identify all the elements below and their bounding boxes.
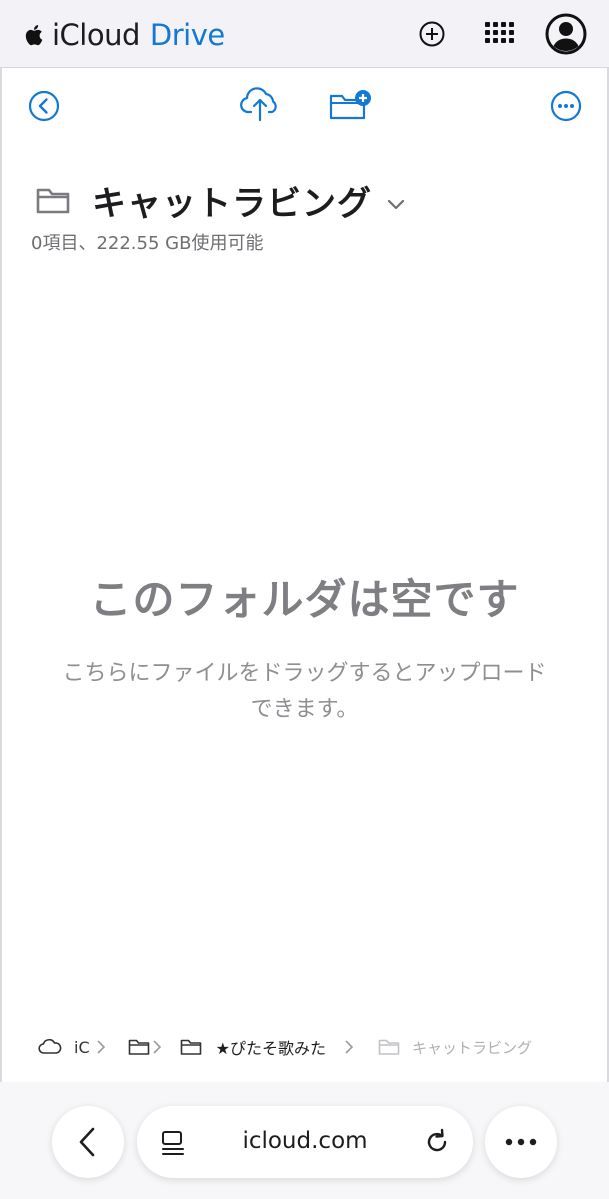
app-header: iCloud Drive bbox=[0, 0, 609, 68]
brand-icloud-text: iCloud bbox=[52, 18, 140, 52]
breadcrumb-label-pitaso: ★ぴたそ歌みた bbox=[215, 1039, 326, 1058]
breadcrumb-label-root: iC bbox=[74, 1037, 90, 1057]
browser-back-button[interactable] bbox=[52, 1106, 124, 1178]
new-folder-icon[interactable] bbox=[326, 84, 374, 128]
breadcrumb-item-current: キャットラビング bbox=[378, 1037, 532, 1058]
breadcrumb: iC ★ぴたそ歌みた キャットラビング bbox=[38, 1034, 532, 1060]
browser-toolbar: icloud.com bbox=[0, 1082, 609, 1199]
cloud-icon bbox=[38, 1038, 62, 1054]
apple-logo-icon bbox=[25, 25, 43, 46]
brand-logo[interactable]: iCloud Drive bbox=[24, 17, 225, 53]
back-chevron-icon bbox=[79, 1127, 95, 1157]
folder-header[interactable]: キャットラビング bbox=[36, 176, 406, 225]
empty-state-subtitle: こちらにファイルをドラッグするとアップロード できます。 bbox=[34, 656, 575, 728]
empty-state-subtitle-line2: できます。 bbox=[250, 697, 359, 722]
empty-state-subtitle-line1: こちらにファイルをドラッグするとアップロード bbox=[62, 661, 547, 686]
breadcrumb-item-pitaso[interactable]: ★ぴたそ歌みた bbox=[180, 1035, 326, 1059]
folder-icon bbox=[36, 188, 70, 213]
reload-icon[interactable] bbox=[423, 1128, 451, 1156]
upload-cloud-icon[interactable] bbox=[236, 82, 284, 126]
folder-icon bbox=[128, 1039, 149, 1055]
folder-icon bbox=[180, 1039, 201, 1055]
folder-icon bbox=[378, 1039, 400, 1055]
plus-circle-icon[interactable] bbox=[412, 14, 452, 54]
breadcrumb-item-folder[interactable] bbox=[128, 1038, 150, 1056]
breadcrumb-item-root[interactable]: iC bbox=[38, 1038, 90, 1057]
more-circle-icon[interactable] bbox=[544, 84, 588, 128]
chevron-down-icon[interactable] bbox=[386, 197, 406, 211]
back-circle-icon[interactable] bbox=[22, 84, 66, 128]
app-grid-icon[interactable] bbox=[479, 14, 519, 54]
brand-drive-text: Drive bbox=[149, 18, 225, 52]
chevron-right-icon bbox=[152, 1039, 162, 1055]
folder-title: キャットラビング bbox=[92, 184, 372, 224]
account-icon[interactable] bbox=[544, 12, 588, 56]
chevron-right-icon bbox=[96, 1039, 106, 1055]
address-bar[interactable]: icloud.com bbox=[137, 1106, 473, 1178]
more-dots-icon bbox=[505, 1138, 537, 1146]
empty-state-title: このフォルダは空です bbox=[89, 575, 520, 624]
browser-more-button[interactable] bbox=[485, 1106, 557, 1178]
folder-meta: 0項目、222.55 GB使用可能 bbox=[31, 233, 264, 254]
chevron-right-icon bbox=[344, 1039, 354, 1055]
breadcrumb-label-current: キャットラビング bbox=[411, 1038, 532, 1057]
